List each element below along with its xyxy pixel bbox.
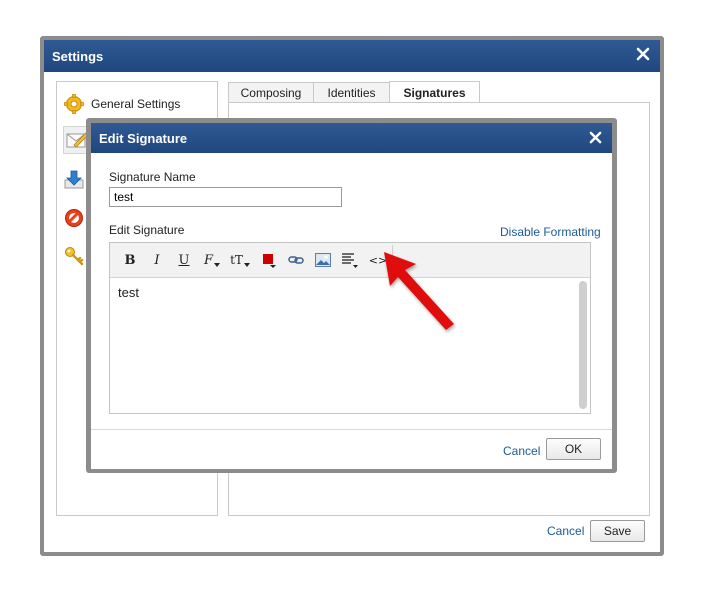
- image-icon: [315, 253, 331, 267]
- signature-name-label: Signature Name: [109, 170, 196, 184]
- bold-button[interactable]: B: [119, 249, 141, 271]
- chevron-down-icon: [243, 263, 250, 267]
- edit-signature-label: Edit Signature: [109, 223, 185, 237]
- sidebar-item-label: General Settings: [91, 97, 181, 111]
- tab-composing[interactable]: Composing: [228, 82, 314, 103]
- compose-icon: [66, 129, 88, 151]
- editor-scrollbar[interactable]: [579, 281, 587, 409]
- edit-signature-dialog: Edit Signature Signature Name Edit Signa…: [91, 123, 612, 469]
- dialog-titlebar: Edit Signature: [91, 123, 612, 153]
- ok-button[interactable]: OK: [546, 438, 601, 460]
- link-button[interactable]: [285, 249, 307, 271]
- font-size-glyph: tT: [230, 253, 243, 267]
- annotation-arrow-icon: [384, 252, 454, 330]
- font-family-button[interactable]: F: [201, 249, 223, 271]
- tab-label: Identities: [327, 86, 376, 100]
- tab-label: Signatures: [403, 85, 466, 100]
- download-icon: [63, 169, 85, 191]
- font-size-button[interactable]: tT: [229, 249, 251, 271]
- dialog-title: Edit Signature: [99, 130, 188, 146]
- underline-button[interactable]: U: [173, 249, 195, 271]
- link-icon: [288, 256, 304, 264]
- settings-cancel-link[interactable]: Cancel: [547, 524, 584, 538]
- editor-toolbar: B I U F tT <>: [110, 243, 590, 278]
- tab-identities[interactable]: Identities: [313, 82, 390, 103]
- settings-title: Settings: [52, 48, 104, 64]
- font-family-glyph: F: [203, 252, 214, 268]
- save-button[interactable]: Save: [590, 520, 645, 542]
- disable-formatting-link[interactable]: Disable Formatting: [500, 225, 601, 239]
- align-button[interactable]: [339, 249, 361, 271]
- key-icon: [63, 245, 85, 267]
- text-color-button[interactable]: [258, 249, 280, 271]
- signature-name-input[interactable]: [109, 187, 342, 207]
- sidebar-item-general-settings[interactable]: General Settings: [63, 90, 213, 118]
- close-icon[interactable]: [589, 131, 602, 144]
- align-left-icon: [342, 253, 358, 268]
- close-icon[interactable]: [636, 47, 650, 61]
- edit-signature-dialog-frame: Edit Signature Signature Name Edit Signa…: [86, 118, 617, 473]
- dialog-cancel-link[interactable]: Cancel: [503, 444, 540, 458]
- tab-signatures[interactable]: Signatures: [389, 81, 480, 103]
- italic-button[interactable]: I: [146, 249, 168, 271]
- tab-label: Composing: [240, 86, 302, 100]
- signature-editor: B I U F tT <> test: [109, 242, 591, 414]
- block-icon: [63, 207, 85, 229]
- editor-content[interactable]: test: [118, 285, 139, 300]
- text-color-icon: [263, 254, 276, 268]
- settings-titlebar: Settings: [44, 40, 660, 72]
- gear-icon: [63, 93, 85, 115]
- chevron-down-icon: [214, 263, 221, 267]
- image-button[interactable]: [312, 249, 334, 271]
